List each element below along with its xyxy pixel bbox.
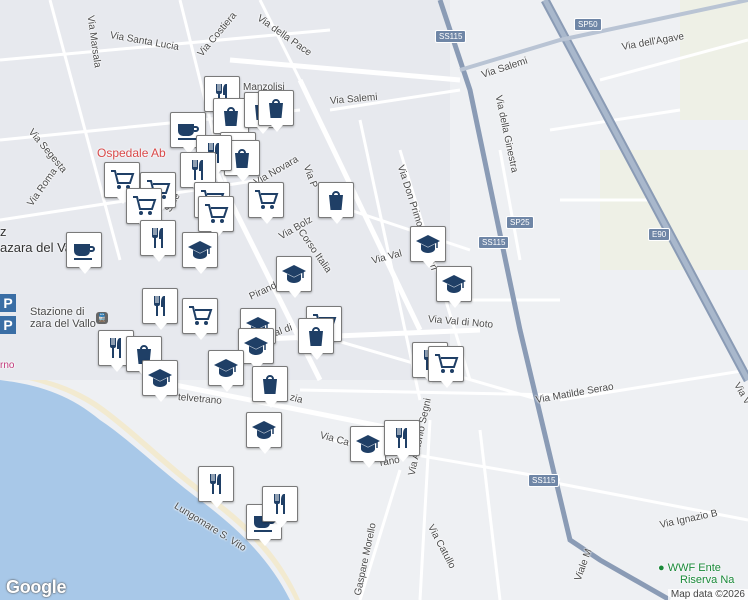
shopping-bag-icon xyxy=(309,327,323,346)
cart-icon xyxy=(435,354,459,373)
map-marker-school[interactable] xyxy=(182,232,218,274)
map-marker-restaurant[interactable] xyxy=(142,288,178,330)
road-shield: SS115 xyxy=(528,474,560,487)
shopping-bag-icon xyxy=(263,375,277,394)
map-marker-restaurant[interactable] xyxy=(262,486,298,528)
road-shield: SS115 xyxy=(478,236,510,249)
school-icon xyxy=(282,265,306,283)
cart-icon xyxy=(205,204,229,223)
cafe-icon xyxy=(74,244,95,260)
school-icon xyxy=(188,241,212,259)
map-canvas[interactable]: Via Marsala Via Santa Lucia Via Costiera… xyxy=(0,0,748,600)
map-marker-cart[interactable] xyxy=(248,182,284,224)
google-logo: Google xyxy=(6,577,67,597)
restaurant-icon xyxy=(274,494,285,514)
map-marker-school[interactable] xyxy=(410,226,446,268)
station-label-line: zara del Vallo xyxy=(30,318,96,330)
train-station-icon[interactable]: 🚆 xyxy=(96,312,108,324)
map-marker-school[interactable] xyxy=(276,256,312,298)
map-marker-restaurant[interactable] xyxy=(384,420,420,462)
map-marker-restaurant[interactable] xyxy=(198,466,234,508)
poi-label-line: Riserva Na xyxy=(680,574,735,586)
restaurant-icon xyxy=(152,228,163,248)
school-icon xyxy=(252,421,276,439)
cart-icon xyxy=(255,190,279,209)
road-shield: SP25 xyxy=(506,216,534,229)
map-marker-shopping-bag[interactable] xyxy=(298,318,334,360)
school-icon xyxy=(442,275,466,293)
road-shield: E90 xyxy=(648,228,671,241)
museum-label: rno xyxy=(0,360,15,371)
shopping-bag-icon xyxy=(224,107,238,126)
poi-label: ● WWF Ente Riserva Na xyxy=(658,562,734,586)
map-marker-cafe[interactable] xyxy=(66,232,102,274)
shopping-bag-icon xyxy=(329,191,343,210)
map-marker-shopping-bag[interactable] xyxy=(318,182,354,224)
station-label: Stazione di zara del Vallo xyxy=(30,306,96,330)
restaurant-icon xyxy=(396,428,407,448)
map-marker-restaurant[interactable] xyxy=(140,220,176,262)
hospital-label: Ospedale Ab xyxy=(97,146,166,160)
map-marker-shopping-bag[interactable] xyxy=(258,90,294,132)
map-marker-cart[interactable] xyxy=(428,346,464,388)
city-label-prefix: z xyxy=(0,224,7,239)
poi-label-line: WWF Ente xyxy=(667,562,721,574)
park-icon: ● xyxy=(658,562,665,574)
parking-icon[interactable]: P xyxy=(0,294,16,312)
map-marker-school[interactable] xyxy=(142,360,178,402)
school-icon xyxy=(356,435,380,453)
station-label-line: Stazione di xyxy=(30,306,85,318)
cart-icon xyxy=(189,306,213,325)
map-marker-cart[interactable] xyxy=(182,298,218,340)
restaurant-icon xyxy=(192,160,203,180)
map-marker-school[interactable] xyxy=(246,412,282,454)
shopping-bag-icon xyxy=(269,99,283,118)
restaurant-icon xyxy=(210,474,221,494)
school-icon xyxy=(416,235,440,253)
map-marker-school[interactable] xyxy=(436,266,472,308)
restaurant-icon xyxy=(154,296,165,316)
road-shield: SS115 xyxy=(435,30,467,43)
road-shield: SP50 xyxy=(574,18,602,31)
map-marker-school[interactable] xyxy=(350,426,386,468)
map-marker-cart[interactable] xyxy=(126,188,162,230)
map-marker-school[interactable] xyxy=(208,350,244,392)
school-icon xyxy=(214,359,238,377)
map-marker-cart[interactable] xyxy=(198,196,234,238)
school-icon xyxy=(244,337,268,355)
shopping-bag-icon xyxy=(235,149,249,168)
cart-icon xyxy=(133,196,157,215)
map-attribution[interactable]: Map data ©2026 xyxy=(667,589,748,600)
school-icon xyxy=(148,369,172,387)
map-marker-shopping-bag[interactable] xyxy=(252,366,288,408)
parking-icon[interactable]: P xyxy=(0,316,16,334)
map-base xyxy=(0,0,748,600)
